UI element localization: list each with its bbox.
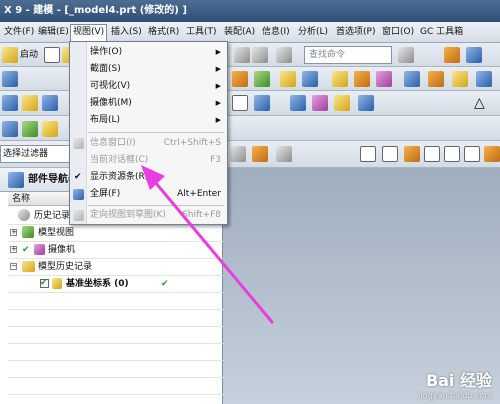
menu-file[interactable]: 文件(F)	[2, 25, 36, 40]
sketch-icon[interactable]	[254, 71, 270, 87]
datum-icon[interactable]	[452, 71, 468, 87]
watermark-url: jingyan.baidu.com	[418, 391, 492, 400]
revolve-icon[interactable]	[302, 71, 318, 87]
shell-icon[interactable]	[428, 71, 444, 87]
watermark-text: Bai 经验	[425, 371, 492, 390]
navigator-icon	[8, 172, 24, 188]
menu-item-full-screen[interactable]: 全屏(F) Alt+Enter	[70, 186, 227, 203]
menu-item-camera[interactable]: 摄像机(M) ▶	[70, 95, 227, 112]
csys-icon	[52, 278, 62, 289]
arc-snap-icon[interactable]	[444, 146, 460, 162]
menu-item-section[interactable]: 截面(S) ▶	[70, 61, 227, 78]
grid-icon[interactable]	[42, 121, 58, 137]
undo-icon[interactable]	[234, 47, 250, 63]
start-label[interactable]: 启动	[20, 47, 38, 63]
block-icon[interactable]	[2, 71, 18, 87]
menu-gc-toolbox[interactable]: GC 工具箱	[418, 25, 465, 40]
tube-icon[interactable]	[312, 95, 328, 111]
menu-item-operation[interactable]: 操作(O) ▶	[70, 44, 227, 61]
shaded-icon[interactable]	[2, 95, 18, 111]
eraser-icon[interactable]	[232, 95, 248, 111]
midpoint-icon[interactable]	[382, 146, 398, 162]
menu-item-layout[interactable]: 布局(L) ▶	[70, 112, 227, 129]
collapse-icon[interactable]: −	[10, 263, 17, 270]
info-window-icon	[73, 138, 84, 149]
model-view-icon	[22, 226, 34, 238]
fit-view-icon[interactable]	[444, 47, 460, 63]
quadrant-icon[interactable]	[464, 146, 480, 162]
chamfer-icon[interactable]	[354, 71, 370, 87]
unite-icon[interactable]	[376, 71, 392, 87]
new-file-icon[interactable]	[44, 47, 60, 63]
curve-rule-icon[interactable]	[276, 146, 292, 162]
menu-item-current-dialog[interactable]: 当前对话框(C) F3	[70, 152, 227, 169]
menu-item-info-window[interactable]: 信息窗口(I) Ctrl+Shift+S	[70, 135, 227, 152]
start-icon[interactable]	[2, 47, 18, 63]
menu-info[interactable]: 信息(I)	[260, 25, 292, 40]
folder-icon	[22, 261, 35, 272]
menu-bar: 文件(F) 编辑(E) 视图(V) 插入(S) 格式(R) 工具(T) 装配(A…	[0, 22, 500, 43]
expand-icon[interactable]: +	[10, 246, 17, 253]
layer-icon[interactable]	[42, 95, 58, 111]
watermark: Bai 经验 jingyan.baidu.com	[418, 367, 492, 400]
menu-item-show-resource-bar[interactable]: ✔ 显示资源条(R)	[70, 169, 227, 186]
cylinder-icon[interactable]	[290, 95, 306, 111]
full-screen-icon	[73, 189, 84, 200]
point-icon[interactable]	[360, 146, 376, 162]
menu-assembly[interactable]: 装配(A)	[222, 25, 257, 40]
clock-icon	[18, 209, 30, 221]
command-search-input[interactable]: 查找命令	[304, 46, 392, 64]
menu-item-orient-to-sketch[interactable]: 定向视图到草图(K) Shift+F8	[70, 207, 227, 224]
selection-filter-select[interactable]: 选择过滤器	[0, 145, 73, 163]
submenu-arrow-icon: ▶	[215, 99, 221, 107]
triangle-icon[interactable]: △	[474, 95, 485, 111]
extrude-icon[interactable]	[232, 71, 248, 87]
checkmark-icon: ✔	[74, 172, 82, 182]
search-icon[interactable]	[398, 47, 414, 63]
menu-window[interactable]: 窗口(O)	[380, 25, 416, 40]
section-icon[interactable]	[22, 121, 38, 137]
check-icon: ✔	[40, 278, 48, 288]
orient-sketch-icon	[73, 210, 84, 221]
tree-row-model-history[interactable]: − 模型历史记录	[8, 259, 223, 275]
snap-point-icon[interactable]	[252, 146, 268, 162]
submenu-arrow-icon: ▶	[215, 65, 221, 73]
measure-icon[interactable]	[2, 121, 18, 137]
menu-tools[interactable]: 工具(T)	[184, 25, 219, 40]
pattern-icon[interactable]	[404, 71, 420, 87]
menu-insert[interactable]: 插入(S)	[109, 25, 144, 40]
wireframe-icon[interactable]	[22, 95, 38, 111]
tree-row-model-views[interactable]: + 模型视图	[8, 225, 223, 241]
select-all-icon[interactable]	[230, 146, 246, 162]
cone-icon[interactable]	[334, 95, 350, 111]
tree-row-cameras[interactable]: + ✔ 摄像机	[8, 242, 223, 258]
camera-icon	[34, 244, 45, 255]
window-title: X 9 - 建模 - [_model4.prt (修改的) ]	[0, 0, 500, 22]
view-menu-dropdown: 操作(O) ▶ 截面(S) ▶ 可视化(V) ▶ 摄像机(M) ▶ 布局(L) ▶ 信息窗…	[69, 41, 228, 225]
submenu-arrow-icon: ▶	[215, 116, 221, 124]
submenu-arrow-icon: ▶	[215, 48, 221, 56]
window-icon[interactable]	[276, 47, 292, 63]
menu-item-visualization[interactable]: 可视化(V) ▶	[70, 78, 227, 95]
check-icon: ✔	[22, 245, 30, 255]
menu-format[interactable]: 格式(R)	[146, 25, 181, 40]
menu-analysis[interactable]: 分析(L)	[296, 25, 330, 40]
menu-edit[interactable]: 编辑(E)	[36, 25, 71, 40]
endpoint-icon[interactable]	[404, 146, 420, 162]
trim-icon[interactable]	[476, 71, 492, 87]
hole-icon[interactable]	[280, 71, 296, 87]
tree-row-datum-csys[interactable]: ✔ 基准坐标系 (0) ✔	[8, 276, 223, 292]
sweep-icon[interactable]	[358, 95, 374, 111]
rotate-view-icon[interactable]	[466, 47, 482, 63]
expand-icon[interactable]: +	[10, 229, 17, 236]
center-snap-icon[interactable]	[484, 146, 500, 162]
submenu-arrow-icon: ▶	[215, 82, 221, 90]
status-ok-icon: ✔	[161, 279, 169, 289]
edge-blend-icon[interactable]	[332, 71, 348, 87]
line-snap-icon[interactable]	[424, 146, 440, 162]
menu-preferences[interactable]: 首选项(P)	[334, 25, 377, 40]
edit-object-icon[interactable]	[254, 95, 270, 111]
transform-icon[interactable]	[252, 47, 268, 63]
